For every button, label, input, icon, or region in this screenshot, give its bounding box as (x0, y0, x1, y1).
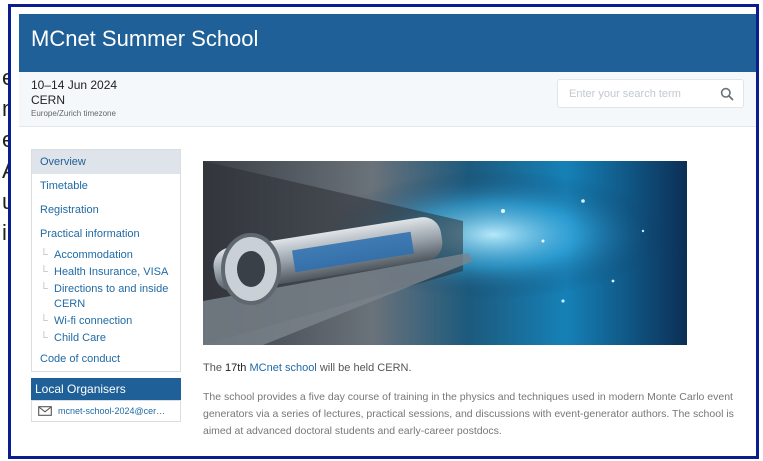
local-organisers-title: Local Organisers (31, 378, 181, 400)
lhc-tunnel-image (203, 161, 687, 345)
tree-corner-icon: └ (40, 266, 48, 278)
organiser-email[interactable]: mcnet-school-2024@cer… (58, 406, 165, 416)
event-timezone: Europe/Zurich timezone (31, 109, 116, 118)
search-box[interactable]: Enter your search term (557, 79, 744, 108)
sidebar-subitem-label: Directions to and inside CERN (54, 283, 169, 310)
event-dates: 10–14 Jun 2024 (31, 78, 118, 92)
sidebar-subitem-label: Child Care (54, 332, 106, 344)
sidebar-item-overview[interactable]: Overview (32, 150, 180, 174)
intro-edition: 17th (225, 362, 247, 374)
tree-corner-icon: └ (40, 249, 48, 261)
tree-corner-icon: └ (40, 315, 48, 327)
sidebar-subitem-label: Health Insurance, VISA (54, 266, 169, 278)
sidebar-subitem-label: Accommodation (54, 249, 133, 261)
intro-text: The 17th MCnet school will be held CERN. (203, 362, 748, 374)
mcnet-school-link[interactable]: MCnet school (250, 362, 317, 374)
sidebar-subitem-wifi[interactable]: └ Wi-fi connection (32, 314, 180, 329)
event-title[interactable]: MCnet Summer School (31, 26, 258, 52)
sidebar-item-registration[interactable]: Registration (32, 198, 180, 222)
sidebar: Overview Timetable Registration Practica… (31, 149, 181, 422)
sidebar-item-timetable[interactable]: Timetable (32, 174, 180, 198)
browser-frame: MCnet Summer School 10–14 Jun 2024 CERN … (8, 4, 759, 459)
sidebar-subitem-child-care[interactable]: └ Child Care (32, 331, 180, 346)
event-header: MCnet Summer School (19, 14, 756, 72)
intro-pre: The (203, 362, 226, 374)
search-input[interactable]: Enter your search term (569, 88, 681, 100)
intro-post: will be held CERN. (316, 362, 412, 374)
envelope-icon (38, 406, 52, 416)
tree-corner-icon: └ (40, 283, 48, 295)
main-content: The 17th MCnet school will be held CERN.… (203, 161, 748, 440)
sidebar-subitem-label: Wi-fi connection (54, 315, 133, 327)
sidebar-subitem-health-insurance[interactable]: └ Health Insurance, VISA (32, 265, 180, 280)
description-text: The school provides a five day course of… (203, 391, 734, 437)
organiser-email-link[interactable]: mcnet-school-2024@cer… (31, 400, 181, 422)
sidebar-subitem-accommodation[interactable]: └ Accommodation (32, 248, 180, 263)
sidebar-menu: Overview Timetable Registration Practica… (31, 149, 181, 372)
local-organisers-box: Local Organisers mcnet-school-2024@cer… (31, 378, 181, 422)
event-venue: CERN (31, 93, 66, 107)
sidebar-subitem-directions[interactable]: └ Directions to and inside CERN (32, 282, 180, 312)
event-info-bar: 10–14 Jun 2024 CERN Europe/Zurich timezo… (19, 72, 756, 127)
tree-corner-icon: └ (40, 332, 48, 344)
search-icon[interactable] (720, 87, 734, 101)
sidebar-item-practical-information[interactable]: Practical information (32, 222, 180, 246)
sidebar-item-code-of-conduct[interactable]: Code of conduct (32, 347, 180, 371)
